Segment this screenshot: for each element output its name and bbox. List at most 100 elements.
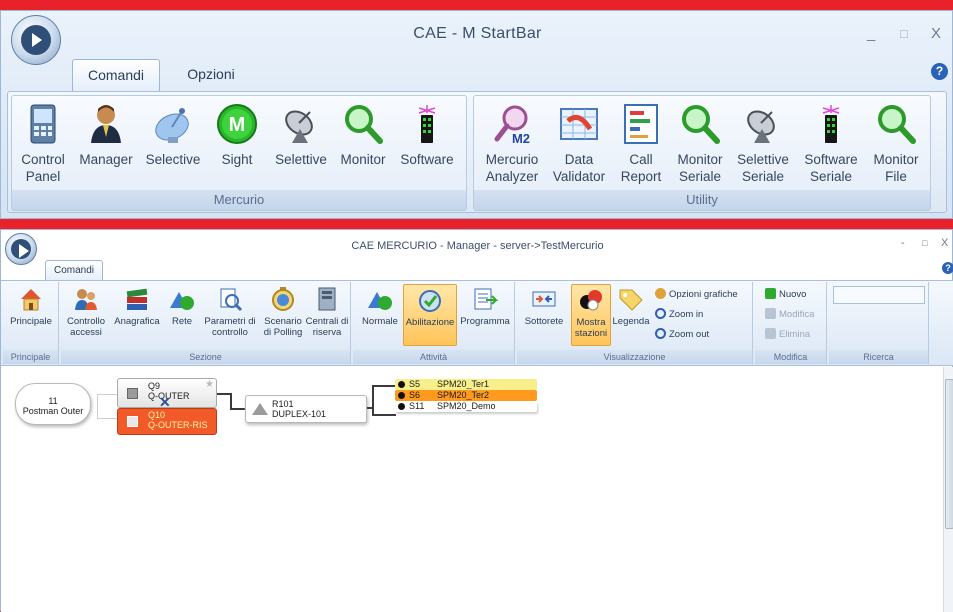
button-label: Control Panel bbox=[21, 152, 65, 184]
minimize-button[interactable]: - bbox=[901, 237, 905, 249]
data-validator-button[interactable]: Data Validator bbox=[547, 103, 611, 185]
call-report-button[interactable]: Call Report bbox=[613, 103, 669, 185]
sight-button[interactable]: M Sight bbox=[209, 103, 265, 168]
tab-comandi[interactable]: Comandi bbox=[45, 260, 103, 281]
vertical-scrollbar[interactable] bbox=[943, 367, 953, 612]
station-id: S5 bbox=[409, 379, 421, 389]
graphic-options-icon bbox=[655, 288, 666, 299]
software-button[interactable]: Software bbox=[393, 103, 461, 168]
home-icon bbox=[18, 286, 44, 312]
node-id: R101 bbox=[272, 399, 294, 409]
software-seriale-button[interactable]: Software Seriale bbox=[797, 103, 865, 185]
scrollbar-thumb[interactable] bbox=[945, 379, 953, 529]
sottorete-button[interactable]: Sottorete bbox=[519, 286, 569, 327]
button-label: Rete bbox=[171, 316, 193, 327]
queue-node-q10[interactable]: Q10 Q-OUTER-RIS bbox=[117, 408, 217, 435]
control-panel-button[interactable]: Control Panel bbox=[15, 103, 71, 185]
network-diagram-canvas[interactable]: 11 Postman Outer Q9 Q-OUTER ★ Q10 Q-OUTE… bbox=[1, 367, 943, 612]
elimina-button[interactable]: Elimina bbox=[765, 328, 810, 342]
button-label: Modifica bbox=[779, 309, 815, 320]
selective-button[interactable]: Selective bbox=[140, 103, 206, 168]
manager-button[interactable]: Manager bbox=[73, 103, 139, 168]
maximize-button[interactable]: □ bbox=[922, 238, 927, 248]
search-input[interactable] bbox=[833, 286, 925, 304]
principale-button[interactable]: Principale bbox=[5, 286, 57, 327]
connector bbox=[97, 418, 117, 419]
zoom-in-button[interactable]: Zoom in bbox=[655, 308, 703, 322]
queue-icon bbox=[127, 416, 138, 427]
tab-comandi[interactable]: Comandi bbox=[72, 59, 160, 91]
group-caption: Sezione bbox=[61, 350, 350, 364]
button-label: Legenda bbox=[612, 316, 650, 327]
close-button[interactable]: X bbox=[941, 237, 948, 249]
button-label: Zoom in bbox=[669, 309, 704, 320]
button-label: Call Report bbox=[620, 152, 662, 184]
svg-text:M2: M2 bbox=[512, 131, 530, 145]
monitor-button[interactable]: Monitor bbox=[335, 103, 391, 168]
mercurio-analyzer-button[interactable]: M2 Mercurio Analyzer bbox=[477, 103, 547, 185]
rete-button[interactable]: Rete bbox=[165, 286, 199, 327]
node-name: DUPLEX-101 bbox=[272, 409, 327, 419]
minimize-button[interactable]: _ bbox=[867, 25, 875, 42]
station-row[interactable]: S6 SPM20_Ter2 bbox=[395, 390, 537, 401]
selettive-seriale-button[interactable]: Selettive Seriale bbox=[731, 103, 795, 185]
node-name: Postman Outer bbox=[22, 406, 84, 416]
parametri-di-controllo-button[interactable]: Parametri di controllo bbox=[199, 286, 261, 338]
controllo-accessi-button[interactable]: Controllo accessi bbox=[63, 286, 109, 338]
magnifier-icon bbox=[342, 103, 384, 145]
anagrafica-button[interactable]: Anagrafica bbox=[109, 286, 165, 327]
button-label: Data Validator bbox=[552, 152, 606, 184]
zoom-out-button[interactable]: Zoom out bbox=[655, 328, 709, 342]
station-status-icon bbox=[398, 403, 405, 410]
radio-device-icon bbox=[406, 103, 448, 145]
connector bbox=[230, 408, 246, 410]
manager-person-icon bbox=[85, 103, 127, 145]
abilitazione-button[interactable]: Abilitazione bbox=[403, 284, 457, 346]
connector bbox=[97, 394, 98, 418]
manager-window: CAE MERCURIO - Manager - server->TestMer… bbox=[0, 229, 953, 612]
connector bbox=[372, 385, 396, 387]
connector bbox=[97, 394, 117, 395]
tab-opzioni[interactable]: Opzioni bbox=[176, 59, 246, 91]
modifica-button[interactable]: Modifica bbox=[765, 308, 814, 322]
opzioni-grafiche-button[interactable]: Opzioni grafiche bbox=[655, 288, 738, 302]
button-label: Anagrafica bbox=[114, 316, 160, 327]
antenna-icon bbox=[742, 103, 784, 145]
subnet-icon bbox=[531, 286, 557, 312]
show-stations-icon bbox=[578, 287, 604, 313]
network-icon bbox=[169, 286, 195, 312]
centrali-di-riserva-button[interactable]: Centrali di riserva bbox=[305, 286, 349, 338]
queue-icon bbox=[127, 388, 138, 399]
station-row[interactable]: S11 SPM20_Demo bbox=[395, 401, 537, 412]
analyzer-m2-icon: M2 bbox=[491, 103, 533, 146]
monitor-file-button[interactable]: Monitor File bbox=[865, 103, 927, 185]
relay-node[interactable]: R101 DUPLEX-101 bbox=[245, 395, 367, 423]
nuovo-button[interactable]: Nuovo bbox=[765, 288, 806, 302]
button-label: Controllo accessi bbox=[66, 316, 106, 338]
button-label: Selective bbox=[145, 152, 201, 167]
normale-button[interactable]: Normale bbox=[357, 286, 403, 327]
data-validator-icon bbox=[558, 103, 600, 145]
monitor-seriale-button[interactable]: Monitor Seriale bbox=[669, 103, 731, 185]
group-caption: Utility bbox=[474, 190, 930, 210]
group-caption: Ricerca bbox=[829, 350, 928, 364]
close-button[interactable]: X bbox=[931, 25, 941, 42]
help-icon[interactable]: ? bbox=[942, 262, 953, 274]
scenario-di-polling-button[interactable]: Scenario di Polling bbox=[261, 286, 305, 338]
station-row[interactable]: S5 SPM20_Ter1 bbox=[395, 379, 537, 390]
legenda-button[interactable]: Legenda bbox=[611, 286, 651, 327]
mostra-stazioni-button[interactable]: Mostra stazioni bbox=[571, 284, 611, 346]
zoom-out-icon bbox=[655, 328, 666, 339]
button-label: Sight bbox=[221, 152, 253, 167]
sight-m-icon: M bbox=[216, 103, 258, 145]
enable-icon bbox=[417, 287, 443, 313]
selettive-button[interactable]: Selettive bbox=[267, 103, 335, 168]
button-label: Monitor bbox=[340, 152, 386, 167]
new-icon bbox=[765, 288, 776, 299]
programma-button[interactable]: Programma bbox=[459, 286, 511, 327]
button-label: Opzioni grafiche bbox=[669, 289, 738, 300]
button-label: Zoom out bbox=[669, 329, 710, 340]
root-node[interactable]: 11 Postman Outer bbox=[15, 383, 91, 425]
help-icon[interactable]: ? bbox=[931, 63, 948, 80]
maximize-button[interactable]: □ bbox=[900, 26, 908, 41]
